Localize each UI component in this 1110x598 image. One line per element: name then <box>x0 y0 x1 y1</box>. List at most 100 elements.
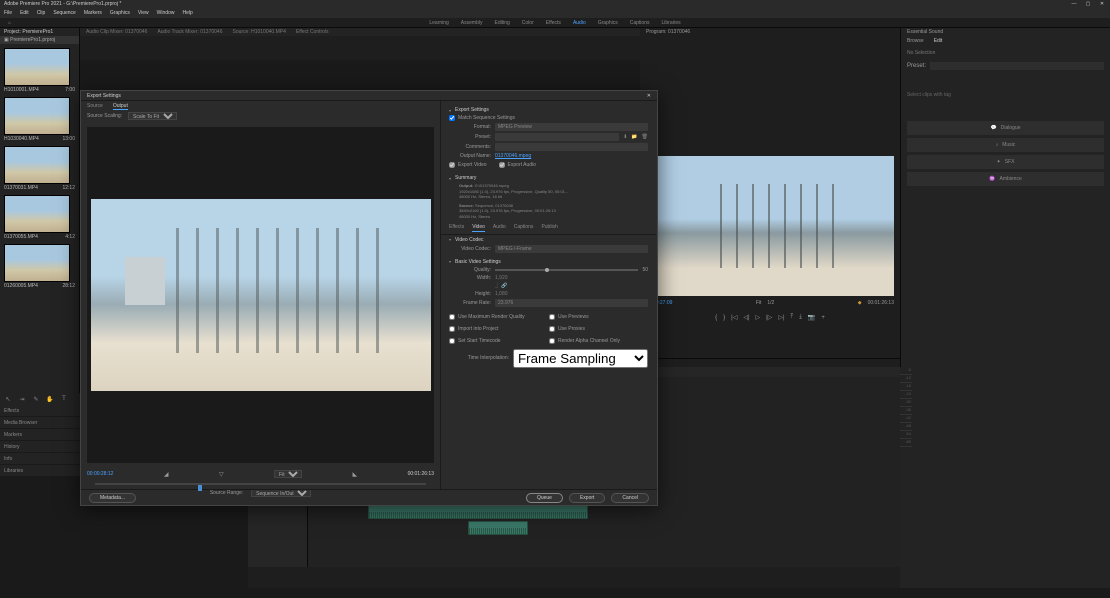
menu-file[interactable]: File <box>4 10 12 16</box>
preset-dropdown[interactable] <box>930 62 1104 70</box>
mark-out-icon[interactable]: } <box>723 315 725 321</box>
use-proxies-checkbox[interactable] <box>549 326 555 332</box>
cancel-button[interactable]: Cancel <box>611 493 649 503</box>
source-scaling-dropdown[interactable]: Scale To Fit <box>128 112 177 120</box>
panel-markers[interactable]: Markers <box>0 429 80 441</box>
ws-color[interactable]: Color <box>522 20 534 26</box>
ripple-tool-icon[interactable]: ⇥ <box>18 395 26 403</box>
ws-editing[interactable]: Editing <box>494 20 509 26</box>
selection-tool-icon[interactable]: ↖ <box>4 395 12 403</box>
ws-audio[interactable]: Audio <box>573 20 586 26</box>
go-out-icon[interactable]: ▷| <box>778 314 784 321</box>
save-preset-icon[interactable]: ⬇ <box>623 134 627 140</box>
menu-markers[interactable]: Markers <box>84 10 102 16</box>
subtab-audio[interactable]: Audio <box>493 224 506 232</box>
menu-window[interactable]: Window <box>157 10 175 16</box>
framerate-dropdown[interactable]: 23.976 <box>495 299 648 307</box>
menu-sequence[interactable]: Sequence <box>53 10 76 16</box>
video-codec-dropdown[interactable]: MPEG I-Frame <box>495 245 648 253</box>
close-icon[interactable]: ✕ <box>1098 1 1106 7</box>
menu-edit[interactable]: Edit <box>20 10 29 16</box>
subtab-publish[interactable]: Publish <box>541 224 557 232</box>
program-preview[interactable] <box>646 156 894 296</box>
preset-dropdown[interactable] <box>495 133 619 141</box>
tab-audio-clip-mixer[interactable]: Audio Clip Mixer: 01370046 <box>86 29 147 35</box>
play-icon[interactable]: ▷ <box>756 314 761 321</box>
set-timecode-checkbox[interactable] <box>449 338 455 344</box>
program-half[interactable]: 1/2 <box>767 300 774 306</box>
tab-source[interactable]: Source <box>87 103 103 109</box>
tab-browse[interactable]: Browse <box>907 38 924 44</box>
out-marker-icon[interactable]: ◣ <box>352 471 357 478</box>
step-back-icon[interactable]: ◁| <box>743 314 749 321</box>
tab-output[interactable]: Output <box>113 103 128 110</box>
add-icon[interactable]: + <box>821 315 825 321</box>
tag-music-button[interactable]: ♪Music <box>907 138 1104 152</box>
alpha-channel-checkbox[interactable] <box>549 338 555 344</box>
metadata-button[interactable]: Metadata... <box>89 493 136 503</box>
ws-effects[interactable]: Effects <box>546 20 561 26</box>
match-sequence-checkbox[interactable] <box>449 115 455 121</box>
ws-learning[interactable]: Learning <box>429 20 448 26</box>
quality-slider[interactable] <box>495 269 638 271</box>
lift-icon[interactable]: ⤒ <box>791 314 794 321</box>
time-interp-dropdown[interactable]: Frame Sampling <box>513 349 648 368</box>
clip-item[interactable]: 01370055.MP44:12 <box>4 195 75 240</box>
link-dimensions-icon[interactable]: ⏌ 🔗 <box>495 282 508 289</box>
tag-dialogue-button[interactable]: 💬Dialogue <box>907 121 1104 135</box>
panel-media-browser[interactable]: Media Browser <box>0 417 80 429</box>
panel-history[interactable]: History <box>0 441 80 453</box>
export-button[interactable]: Export <box>569 493 605 503</box>
clip-item[interactable]: H1030040.MP413:00 <box>4 97 75 142</box>
tab-source-monitor[interactable]: Source: H1010040.MP4 <box>232 29 285 35</box>
summary-hdr[interactable]: Summary <box>449 175 648 181</box>
project-tab[interactable]: Project: PremierePro1 <box>0 28 79 36</box>
import-project-checkbox[interactable] <box>449 326 455 332</box>
import-preset-icon[interactable]: 📁 <box>631 134 637 140</box>
video-codec-hdr[interactable]: Video Codec <box>449 237 648 243</box>
use-previews-checkbox[interactable] <box>549 314 555 320</box>
panel-effects[interactable]: Effects <box>0 405 80 417</box>
program-tab[interactable]: Program: 01370046 <box>640 28 900 36</box>
subtab-video[interactable]: Video <box>472 224 485 232</box>
clip-item[interactable]: 01370031.MP412:12 <box>4 146 75 191</box>
home-icon[interactable]: ⌂ <box>8 20 11 26</box>
menu-graphics[interactable]: Graphics <box>110 10 130 16</box>
menu-help[interactable]: Help <box>182 10 192 16</box>
height-input[interactable]: 1,080 <box>495 291 508 297</box>
tab-effect-controls[interactable]: Effect Controls <box>296 29 329 35</box>
ws-libraries[interactable]: Libraries <box>661 20 680 26</box>
clip-item[interactable]: H1010001.MP47:00 <box>4 48 75 93</box>
ws-assembly[interactable]: Assembly <box>461 20 483 26</box>
format-dropdown[interactable]: MPEG Preview <box>495 123 648 131</box>
timeline-clip-audio[interactable] <box>468 521 528 535</box>
width-input[interactable]: 1,920 <box>495 275 508 281</box>
menu-clip[interactable]: Clip <box>37 10 46 16</box>
ws-captions[interactable]: Captions <box>630 20 650 26</box>
menu-view[interactable]: View <box>138 10 149 16</box>
step-fwd-icon[interactable]: |▷ <box>766 314 772 321</box>
panel-libraries[interactable]: Libraries <box>0 465 80 477</box>
export-scrubber[interactable] <box>95 483 426 485</box>
hand-tool-icon[interactable]: ✋ <box>46 395 54 403</box>
ws-graphics[interactable]: Graphics <box>598 20 618 26</box>
dialog-close-icon[interactable]: ✕ <box>647 93 651 99</box>
playhead-icon[interactable]: ▽ <box>219 471 224 478</box>
dialog-titlebar[interactable]: Export Settings ✕ <box>81 91 657 101</box>
basic-video-hdr[interactable]: Basic Video Settings <box>449 259 648 265</box>
in-marker-icon[interactable]: ◢ <box>164 471 169 478</box>
tag-ambience-button[interactable]: ♒Ambience <box>907 172 1104 186</box>
clip-item[interactable]: 01260005.MP428:12 <box>4 244 75 289</box>
tab-edit[interactable]: Edit <box>934 38 943 44</box>
export-in-tc[interactable]: 00:00:28:12 <box>87 471 113 477</box>
export-settings-hdr[interactable]: Export Settings <box>449 107 648 113</box>
subtab-captions[interactable]: Captions <box>514 224 534 232</box>
max-render-checkbox[interactable] <box>449 314 455 320</box>
export-zoom-dropdown[interactable]: Fit <box>274 470 302 478</box>
extract-icon[interactable]: ⤓ <box>799 314 802 321</box>
tag-sfx-button[interactable]: ✦SFX <box>907 155 1104 169</box>
go-in-icon[interactable]: |◁ <box>731 314 737 321</box>
panel-info[interactable]: Info <box>0 453 80 465</box>
maximize-icon[interactable]: ▢ <box>1084 1 1092 7</box>
tab-audio-track-mixer[interactable]: Audio Track Mixer: 01370046 <box>157 29 222 35</box>
